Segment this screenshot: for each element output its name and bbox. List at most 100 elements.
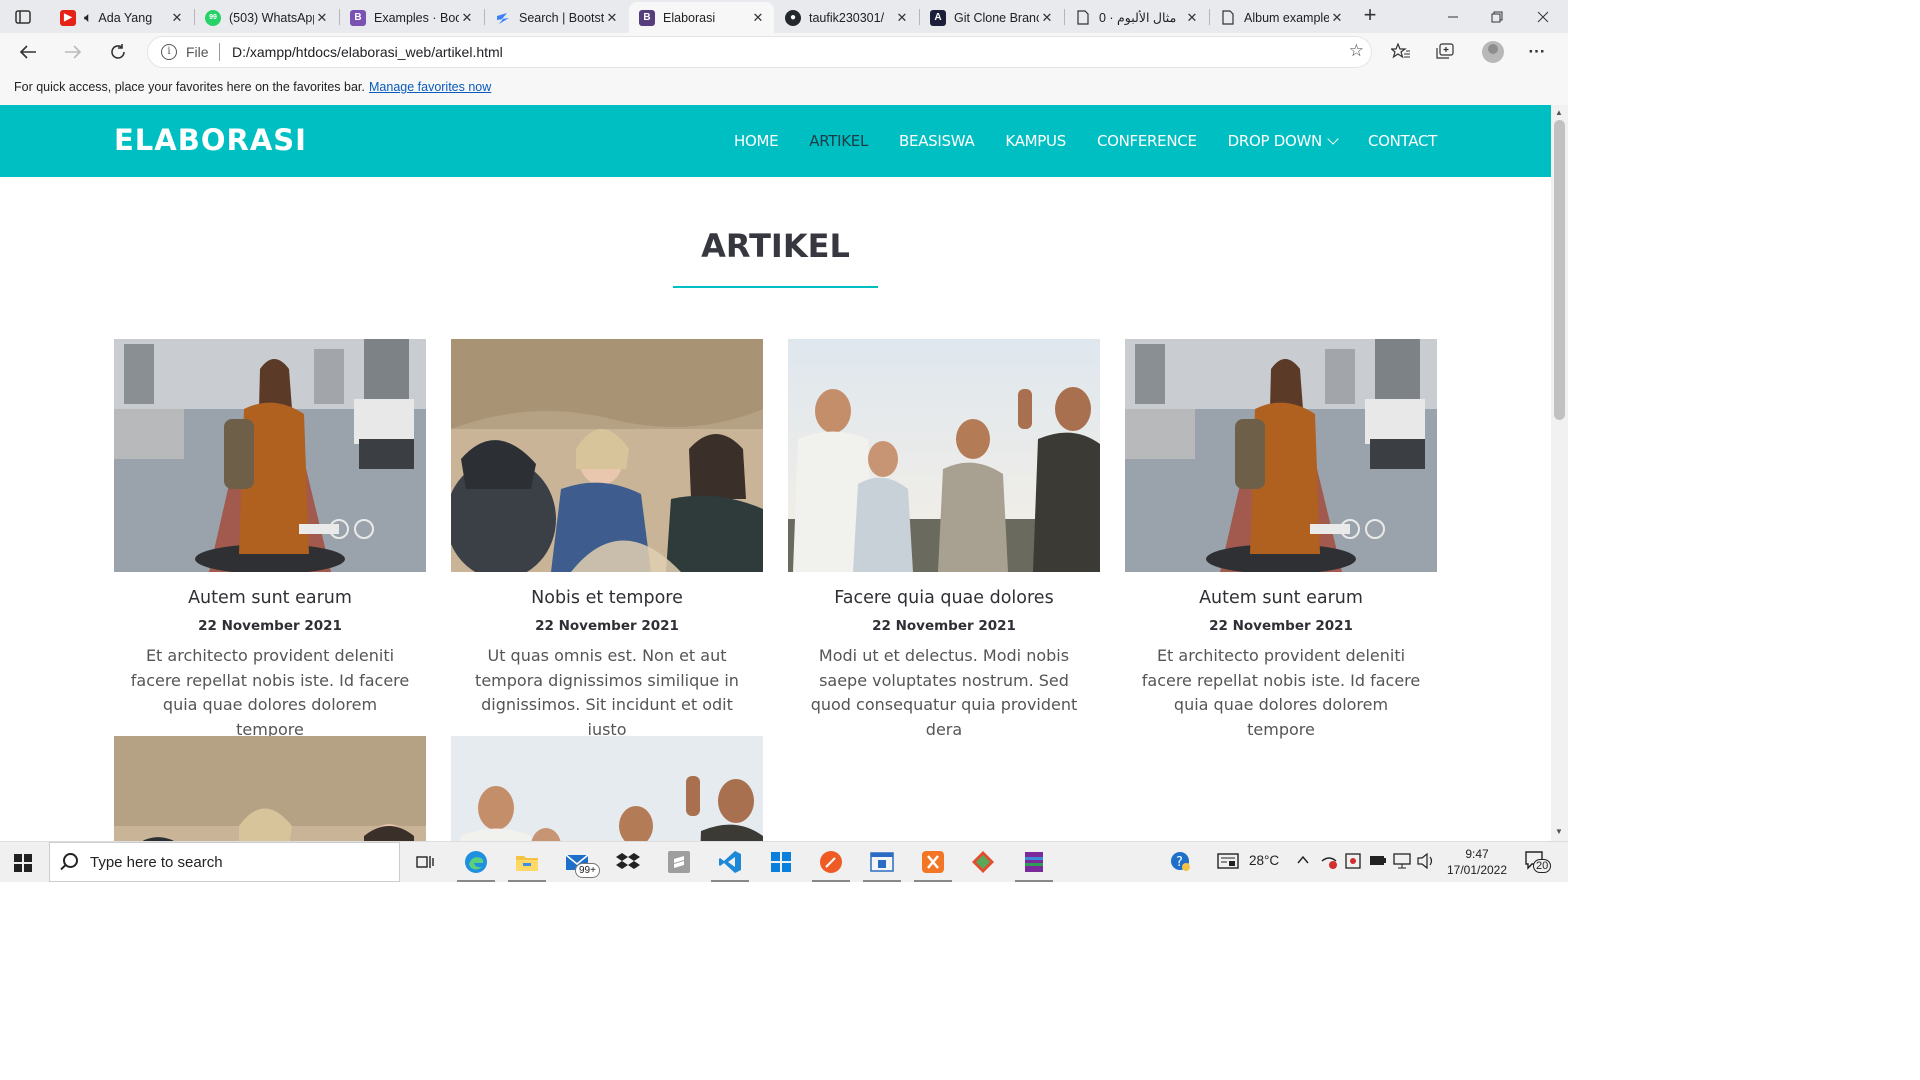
article-card[interactable] [114,736,426,841]
close-window-icon[interactable] [1520,0,1566,33]
browser-tab[interactable]: Search | Bootstrap ✕ [485,2,628,33]
nav-home[interactable]: HOME [734,132,779,150]
notifications-icon[interactable]: 20 [1524,850,1552,875]
nav-kampus[interactable]: KAMPUS [1005,132,1066,150]
close-tab-icon[interactable]: ✕ [1184,10,1200,26]
restore-icon[interactable] [1474,0,1520,33]
close-tab-icon[interactable]: ✕ [1329,10,1345,26]
dropbox-icon[interactable] [615,849,641,875]
app-window-icon[interactable] [863,849,901,882]
refresh-icon[interactable] [104,39,132,65]
weather-temperature[interactable]: 28°C [1249,853,1279,868]
friends-field-photo[interactable] [114,736,426,841]
close-tab-icon[interactable]: ✕ [894,10,910,26]
favorites-bar-message: For quick access, place your favorites h… [14,80,365,94]
nav-contact[interactable]: CONTACT [1368,132,1437,150]
windows-taskbar: Type here to search 99+ ? 28°C 9:47 17/0… [0,841,1568,882]
winrar-icon[interactable] [1015,849,1053,882]
profile-avatar[interactable] [1482,41,1504,63]
taskbar-search[interactable]: Type here to search [49,842,400,882]
article-title[interactable]: Facere quia quae dolores [788,588,1100,608]
sublime-text-icon[interactable] [666,849,692,875]
more-options-icon[interactable]: ··· [1526,41,1548,63]
add-favorite-icon[interactable]: ☆ [1349,41,1364,61]
search-placeholder: Type here to search [90,854,223,871]
woman-bike-lane-photo[interactable] [1125,339,1437,572]
browser-tab-active[interactable]: B Elaborasi ✕ [629,2,774,33]
vscode-icon[interactable] [711,849,749,882]
scroll-up-icon[interactable]: ▲ [1555,108,1563,117]
tab-actions-icon[interactable] [8,6,38,28]
bootstrap-icon: B [350,9,366,26]
close-tab-icon[interactable]: ✕ [459,10,475,26]
close-tab-icon[interactable]: ✕ [750,10,766,26]
nav-dropdown[interactable]: DROP DOWN [1227,132,1339,150]
back-arrow-icon[interactable] [14,39,42,65]
browser-tab[interactable]: B Examples · Bootstrap ✕ [340,2,483,33]
browser-tab[interactable]: مثال الألبوم · 0 ✕ [1065,2,1208,33]
site-info-icon[interactable]: i [161,44,177,60]
article-card[interactable]: Autem sunt earum 22 November 2021 Et arc… [1125,339,1437,742]
article-date: 22 November 2021 [872,618,1016,634]
forward-arrow-icon[interactable] [59,39,87,65]
edge-icon[interactable] [457,849,495,882]
git-gui-icon[interactable] [970,849,996,875]
file-explorer-icon[interactable] [508,849,546,882]
browser-tab[interactable]: A Git Clone Branch ✕ [920,2,1063,33]
manage-favorites-link[interactable]: Manage favorites now [369,80,491,94]
display-icon[interactable] [1393,853,1411,872]
browser-tab[interactable]: ▶ 🔈︎ Ada Yang ✕ [50,2,193,33]
nav-dropdown-label: DROP DOWN [1227,132,1323,150]
clock-time: 9:47 [1465,847,1489,861]
volume-icon[interactable] [1417,852,1435,872]
minimize-icon[interactable] [1430,0,1476,33]
article-title[interactable]: Nobis et tempore [451,588,763,608]
browser-tab[interactable]: Album example ✕ [1210,2,1353,33]
scrollbar-thumb[interactable] [1554,120,1565,420]
task-view-icon[interactable] [412,849,438,875]
screen-capture-icon[interactable] [1345,853,1361,872]
close-tab-icon[interactable]: ✕ [314,10,330,26]
battery-icon[interactable] [1369,853,1387,870]
scroll-down-icon[interactable]: ▼ [1555,827,1563,836]
news-weather-icon[interactable] [1217,853,1239,872]
browser-tab-strip: ▶ 🔈︎ Ada Yang ✕ 99 (503) WhatsApp ✕ B Ex… [0,0,1568,33]
woman-bike-lane-photo[interactable] [114,339,426,572]
article-card[interactable]: Facere quia quae dolores 22 November 202… [788,339,1100,742]
close-tab-icon[interactable]: ✕ [604,10,620,26]
article-card[interactable] [451,736,763,841]
help-icon[interactable]: ? [1170,851,1190,874]
collections-icon[interactable] [1434,41,1456,63]
favorites-icon[interactable] [1390,41,1412,63]
browser-tab[interactable]: ● taufik230301/ ✕ [775,2,918,33]
mail-icon[interactable]: 99+ [565,849,600,878]
article-card[interactable]: Autem sunt earum 22 November 2021 Et arc… [114,339,426,742]
windows-start-icon[interactable] [14,854,32,872]
tailwind-icon [495,10,511,26]
microsoft-store-icon[interactable] [768,849,794,875]
nav-artikel[interactable]: ARTIKEL [809,132,868,150]
speaker-icon[interactable]: 🔈︎ [84,9,92,26]
friends-field-photo[interactable] [451,339,763,572]
article-title[interactable]: Autem sunt earum [114,588,426,608]
new-tab-button[interactable]: + [1359,4,1381,27]
network-alert-icon[interactable] [1320,853,1338,872]
page-scrollbar[interactable]: ▲ ▼ [1551,105,1568,841]
clock-date: 17/01/2022 [1446,863,1508,877]
postman-icon[interactable] [812,849,850,882]
nav-beasiswa[interactable]: BEASISWA [899,132,975,150]
xampp-icon[interactable] [914,849,952,882]
article-title[interactable]: Autem sunt earum [1125,588,1437,608]
browser-tab[interactable]: 99 (503) WhatsApp ✕ [195,2,338,33]
friends-sunset-photo[interactable] [788,339,1100,572]
chevron-up-icon[interactable] [1296,853,1310,870]
friends-sunset-photo[interactable] [451,736,763,841]
nav-conference[interactable]: CONFERENCE [1097,132,1197,150]
article-card[interactable]: Nobis et tempore 22 November 2021 Ut qua… [451,339,763,742]
address-bar[interactable]: i File D:/xampp/htdocs/elaborasi_web/art… [147,36,1372,68]
site-logo[interactable]: ELABORASI [114,123,307,157]
close-tab-icon[interactable]: ✕ [1039,10,1055,26]
system-clock[interactable]: 9:47 17/01/2022 [1440,846,1514,878]
close-tab-icon[interactable]: ✕ [169,10,185,26]
url-text[interactable]: D:/xampp/htdocs/elaborasi_web/artikel.ht… [232,44,503,60]
